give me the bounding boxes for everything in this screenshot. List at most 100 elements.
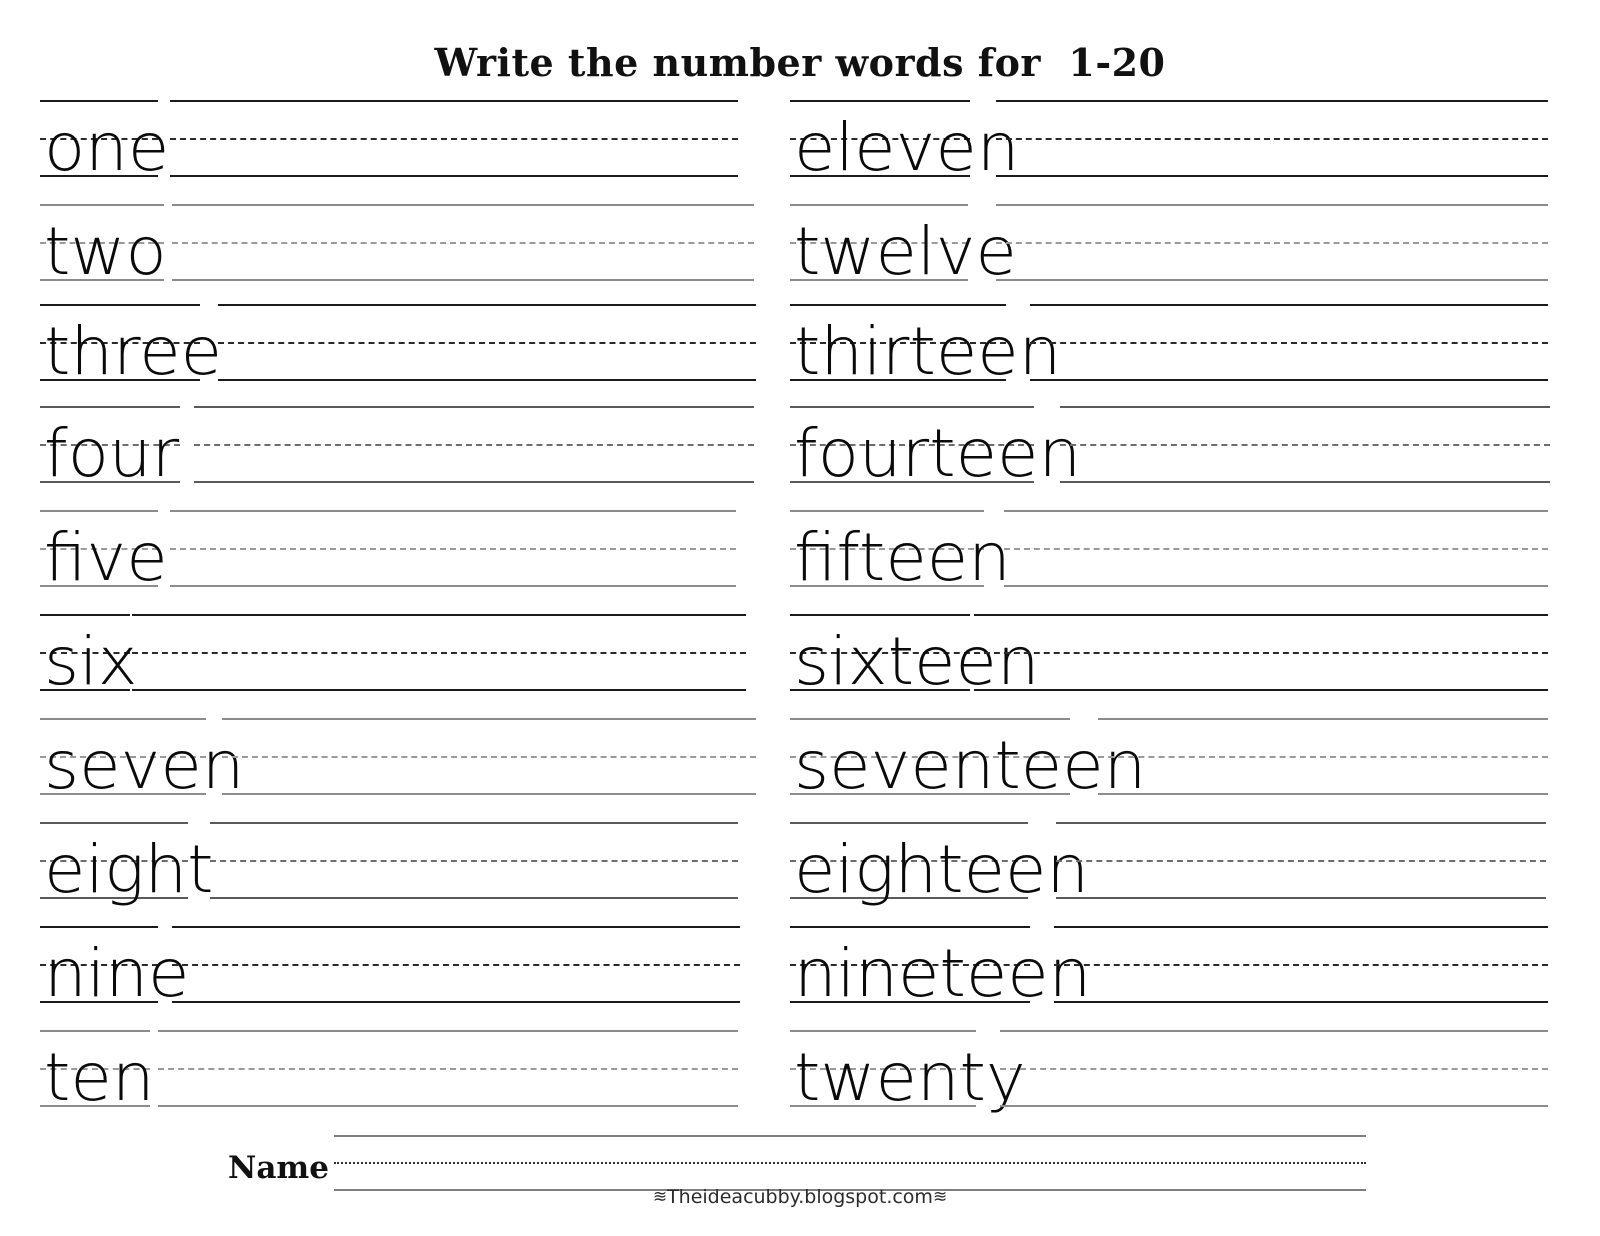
writing-line-two[interactable] xyxy=(172,204,754,282)
write-rule-top xyxy=(1056,822,1546,824)
number-word-text: nineteen xyxy=(794,935,1092,1012)
writing-line-fourteen[interactable] xyxy=(1060,406,1550,484)
write-rule-top xyxy=(222,718,756,720)
writing-line-twelve[interactable] xyxy=(996,204,1548,282)
writing-line-nineteen[interactable] xyxy=(1054,926,1548,1004)
write-rule-top xyxy=(1098,718,1548,720)
number-word-row: nineteen xyxy=(790,926,1560,1012)
number-word-row: seventeen xyxy=(790,718,1560,804)
number-word-text: three xyxy=(44,313,223,390)
word-label-twenty: twenty xyxy=(790,1030,1026,1116)
write-rule-bot xyxy=(218,379,756,381)
page-title: Write the number words for 1-20 xyxy=(434,40,1166,85)
writing-line-fifteen[interactable] xyxy=(1004,510,1548,588)
write-rule-top xyxy=(1004,510,1548,512)
word-label-fifteen: fifteen xyxy=(790,510,1011,596)
number-word-text: fourteen xyxy=(794,415,1082,492)
write-rule-top xyxy=(974,614,1548,616)
writing-line-thirteen[interactable] xyxy=(1030,304,1548,382)
word-label-three: three xyxy=(40,304,222,390)
number-word-row: fifteen xyxy=(790,510,1560,596)
write-rule-mid xyxy=(1000,1068,1548,1070)
writing-line-ten[interactable] xyxy=(158,1030,738,1108)
write-rule-mid xyxy=(974,652,1548,654)
write-rule-mid xyxy=(1098,756,1548,758)
write-rule-mid xyxy=(1030,342,1548,344)
word-label-eleven: eleven xyxy=(790,100,1019,186)
writing-line-six[interactable] xyxy=(132,614,746,692)
write-rule-mid xyxy=(158,1068,738,1070)
write-rule-mid xyxy=(172,964,740,966)
write-rule-top xyxy=(172,204,754,206)
writing-line-sixteen[interactable] xyxy=(974,614,1548,692)
word-label-two: two xyxy=(40,204,167,290)
writing-line-nine[interactable] xyxy=(172,926,740,1004)
write-rule-bot xyxy=(170,585,736,587)
writing-line-seventeen[interactable] xyxy=(1098,718,1548,796)
number-word-text: eight xyxy=(44,831,214,908)
write-rule-bot xyxy=(1098,793,1548,795)
swirl-left-icon: ≋ xyxy=(652,1187,668,1207)
number-word-text: nine xyxy=(44,935,190,1012)
writing-line-eighteen[interactable] xyxy=(1056,822,1546,900)
writing-line-seven[interactable] xyxy=(222,718,756,796)
number-word-text: five xyxy=(44,519,168,596)
number-word-text: six xyxy=(44,623,138,700)
watermark-credit: ≋Theideacubby.blogspot.com≋ xyxy=(0,1186,1600,1208)
number-word-row: twelve xyxy=(790,204,1560,290)
write-rule-mid xyxy=(132,652,746,654)
write-rule-top xyxy=(996,100,1548,102)
name-rule-top xyxy=(334,1135,1366,1137)
write-rule-top xyxy=(1054,926,1548,928)
write-rule-bot xyxy=(1054,1001,1548,1003)
number-word-text: four xyxy=(44,415,180,492)
writing-line-twenty[interactable] xyxy=(1000,1030,1548,1108)
name-writing-lines[interactable] xyxy=(334,1135,1366,1193)
write-rule-top xyxy=(158,1030,738,1032)
write-rule-bot xyxy=(974,689,1548,691)
write-rule-mid xyxy=(170,548,736,550)
swirl-right-icon: ≋ xyxy=(932,1187,948,1207)
number-word-row: sixteen xyxy=(790,614,1560,700)
write-rule-top xyxy=(132,614,746,616)
number-word-text: thirteen xyxy=(794,313,1062,390)
write-rule-bot xyxy=(1000,1105,1548,1107)
worksheet-page: Write the number words for 1-20 one two th… xyxy=(0,0,1600,1236)
write-rule-bot xyxy=(1030,379,1548,381)
number-word-text: one xyxy=(44,109,170,186)
write-rule-mid xyxy=(996,138,1548,140)
number-word-text: eleven xyxy=(794,109,1020,186)
word-label-nineteen: nineteen xyxy=(790,926,1091,1012)
write-rule-bot xyxy=(996,279,1548,281)
number-word-text: twelve xyxy=(794,213,1017,290)
write-rule-mid xyxy=(194,444,754,446)
number-word-text: eighteen xyxy=(794,831,1090,908)
writing-line-eleven[interactable] xyxy=(996,100,1548,178)
word-label-six: six xyxy=(40,614,138,700)
word-label-seventeen: seventeen xyxy=(790,718,1146,804)
write-rule-bot xyxy=(210,897,738,899)
number-word-text: ten xyxy=(44,1039,155,1116)
number-word-text: seventeen xyxy=(794,727,1147,804)
writing-line-eight[interactable] xyxy=(210,822,738,900)
write-rule-mid xyxy=(1004,548,1548,550)
number-word-text: fifteen xyxy=(794,519,1011,596)
write-rule-mid xyxy=(218,342,756,344)
writing-line-four[interactable] xyxy=(194,406,754,484)
number-word-text: two xyxy=(44,213,167,290)
write-rule-top xyxy=(1030,304,1548,306)
name-label: Name xyxy=(228,1150,329,1186)
write-rule-top xyxy=(170,510,736,512)
write-rule-top xyxy=(194,406,754,408)
writing-line-five[interactable] xyxy=(170,510,736,588)
number-word-row: fourteen xyxy=(790,406,1560,492)
word-label-twelve: twelve xyxy=(790,204,1017,290)
word-label-eight: eight xyxy=(40,822,214,908)
writing-line-one[interactable] xyxy=(170,100,738,178)
write-rule-top xyxy=(170,100,738,102)
write-rule-mid xyxy=(210,860,738,862)
write-rule-bot xyxy=(132,689,746,691)
write-rule-bot xyxy=(158,1105,738,1107)
writing-line-three[interactable] xyxy=(218,304,756,382)
write-rule-mid xyxy=(1056,860,1546,862)
